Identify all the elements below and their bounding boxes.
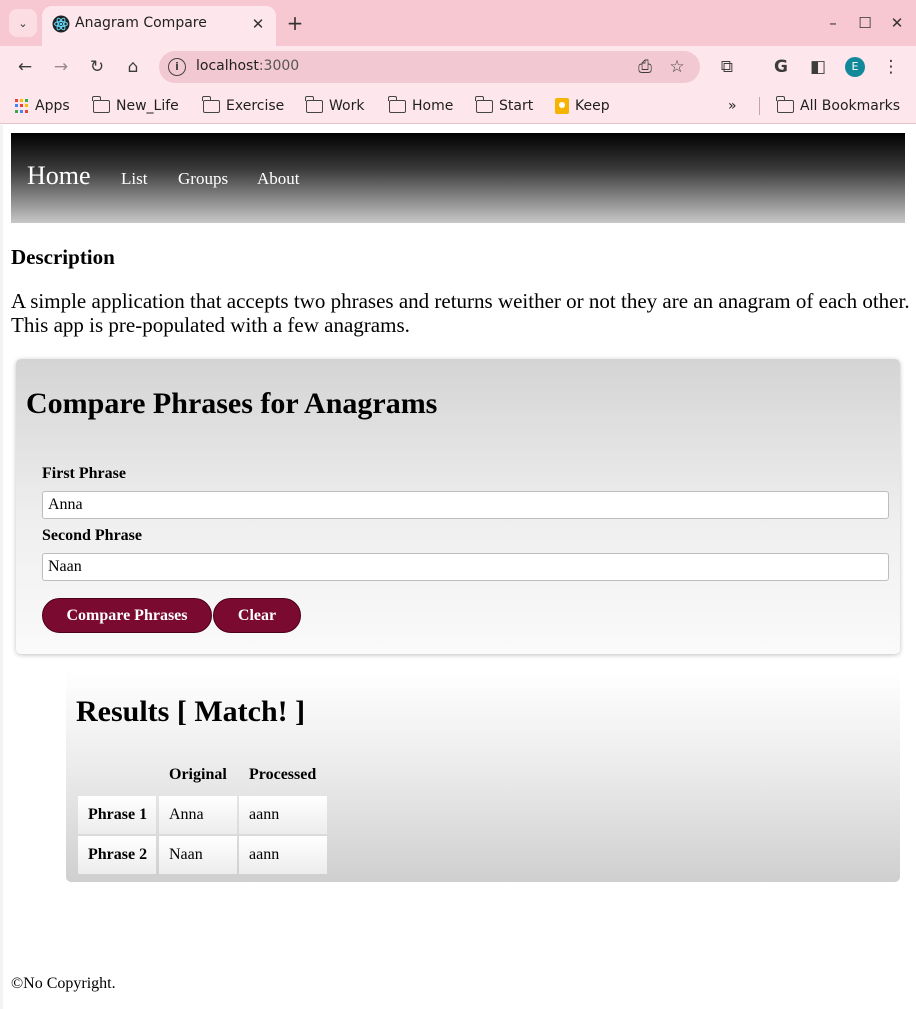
- tab-search-button[interactable]: ⌄: [9, 9, 37, 37]
- bookmark-label: Exercise: [226, 98, 285, 114]
- second-phrase-label: Second Phrase: [42, 527, 142, 544]
- new-tab-icon[interactable]: +: [284, 12, 306, 34]
- folder-icon: [202, 95, 220, 113]
- apps-grid-icon: [15, 99, 29, 113]
- browser-tab[interactable]: Anagram Compare ✕: [42, 6, 276, 46]
- bookmark-label: New_Life: [116, 98, 179, 114]
- compare-heading: Compare Phrases for Anagrams: [26, 387, 438, 420]
- nav-link-about[interactable]: About: [257, 169, 300, 189]
- row-header-phrase-1: Phrase 1: [78, 796, 156, 834]
- all-bookmarks-label: All Bookmarks: [800, 98, 901, 114]
- page-content: Home List Groups About Description A sim…: [0, 125, 916, 1009]
- chevron-down-icon: ⌄: [18, 16, 28, 30]
- results-heading: Results [ Match! ]: [76, 695, 306, 728]
- nav-link-groups[interactable]: Groups: [178, 169, 228, 189]
- browser-tab-strip: ⌄ Anagram Compare ✕ + – ☐ ✕: [0, 0, 916, 46]
- bookmark-exercise[interactable]: Exercise: [202, 95, 285, 117]
- address-bar[interactable]: i localhost:3000 ⎙ ☆: [159, 51, 700, 83]
- description-heading: Description: [11, 245, 115, 269]
- first-phrase-label: First Phrase: [42, 465, 126, 482]
- close-window-icon[interactable]: ✕: [886, 12, 908, 34]
- folder-icon: [475, 95, 493, 113]
- nav-link-list[interactable]: List: [121, 169, 147, 189]
- nav-brand-home[interactable]: Home: [27, 161, 91, 191]
- folder-icon: [776, 95, 794, 113]
- more-bookmarks-icon[interactable]: »: [728, 95, 737, 117]
- bookmark-star-icon[interactable]: ☆: [665, 55, 689, 79]
- footer-copyright: ©No Copyright.: [11, 975, 116, 992]
- folder-icon: [388, 95, 406, 113]
- compare-phrases-button[interactable]: Compare Phrases: [42, 598, 212, 633]
- column-header-processed: Processed: [249, 766, 317, 783]
- clear-button[interactable]: Clear: [213, 598, 301, 633]
- maximize-icon[interactable]: ☐: [854, 12, 876, 34]
- bookmarks-divider: [759, 97, 760, 115]
- cell-phrase-2-processed: aann: [239, 836, 327, 874]
- side-panel-icon[interactable]: ◧: [806, 55, 830, 79]
- menu-kebab-icon[interactable]: ⋮: [879, 55, 903, 79]
- folder-icon: [305, 95, 323, 113]
- page-left-border: [0, 125, 3, 1009]
- site-navbar: Home List Groups About: [11, 133, 905, 223]
- cell-phrase-1-original: Anna: [159, 796, 237, 834]
- bookmark-label: Keep: [575, 98, 610, 114]
- react-logo-icon: [52, 15, 70, 33]
- cell-phrase-2-original: Naan: [159, 836, 237, 874]
- forward-arrow-icon[interactable]: →: [49, 55, 73, 79]
- description-text: A simple application that accepts two ph…: [11, 289, 910, 337]
- bookmark-label: Start: [499, 98, 534, 114]
- url-text: localhost:3000: [196, 58, 300, 74]
- bookmark-work[interactable]: Work: [305, 95, 365, 117]
- bookmark-home[interactable]: Home: [388, 95, 454, 117]
- home-icon[interactable]: ⌂: [121, 55, 145, 79]
- second-phrase-input[interactable]: [42, 553, 889, 581]
- close-tab-icon[interactable]: ✕: [248, 14, 268, 34]
- tab-title: Anagram Compare: [75, 15, 207, 31]
- column-header-original: Original: [169, 766, 227, 783]
- install-app-icon[interactable]: ⎙: [633, 55, 657, 79]
- keep-icon: [555, 98, 569, 114]
- bookmark-apps[interactable]: Apps: [15, 95, 70, 117]
- bookmarks-bar: Apps New_Life Exercise Work Home Start K…: [0, 88, 916, 124]
- reload-icon[interactable]: ↻: [85, 55, 109, 79]
- cell-phrase-1-processed: aann: [239, 796, 327, 834]
- minimize-icon[interactable]: –: [822, 12, 844, 34]
- results-card: Results [ Match! ] Original Processed Ph…: [66, 670, 900, 882]
- all-bookmarks[interactable]: All Bookmarks: [776, 95, 901, 117]
- browser-toolbar: ← → ↻ ⌂ i localhost:3000 ⎙ ☆ ⧉ G ◧ E ⋮: [0, 46, 916, 88]
- bookmark-label: Work: [329, 98, 365, 114]
- bookmark-keep[interactable]: Keep: [555, 95, 610, 117]
- bookmark-label: Home: [412, 98, 454, 114]
- site-info-icon[interactable]: i: [168, 58, 186, 76]
- bookmark-new-life[interactable]: New_Life: [92, 95, 179, 117]
- google-icon[interactable]: G: [769, 55, 793, 79]
- bookmark-start[interactable]: Start: [475, 95, 534, 117]
- row-header-phrase-2: Phrase 2: [78, 836, 156, 874]
- extensions-icon[interactable]: ⧉: [715, 55, 739, 79]
- first-phrase-input[interactable]: [42, 491, 889, 519]
- back-arrow-icon[interactable]: ←: [13, 55, 37, 79]
- folder-icon: [92, 95, 110, 113]
- bookmark-label: Apps: [35, 98, 70, 114]
- profile-avatar[interactable]: E: [845, 57, 865, 77]
- compare-form-card: Compare Phrases for Anagrams First Phras…: [16, 359, 900, 654]
